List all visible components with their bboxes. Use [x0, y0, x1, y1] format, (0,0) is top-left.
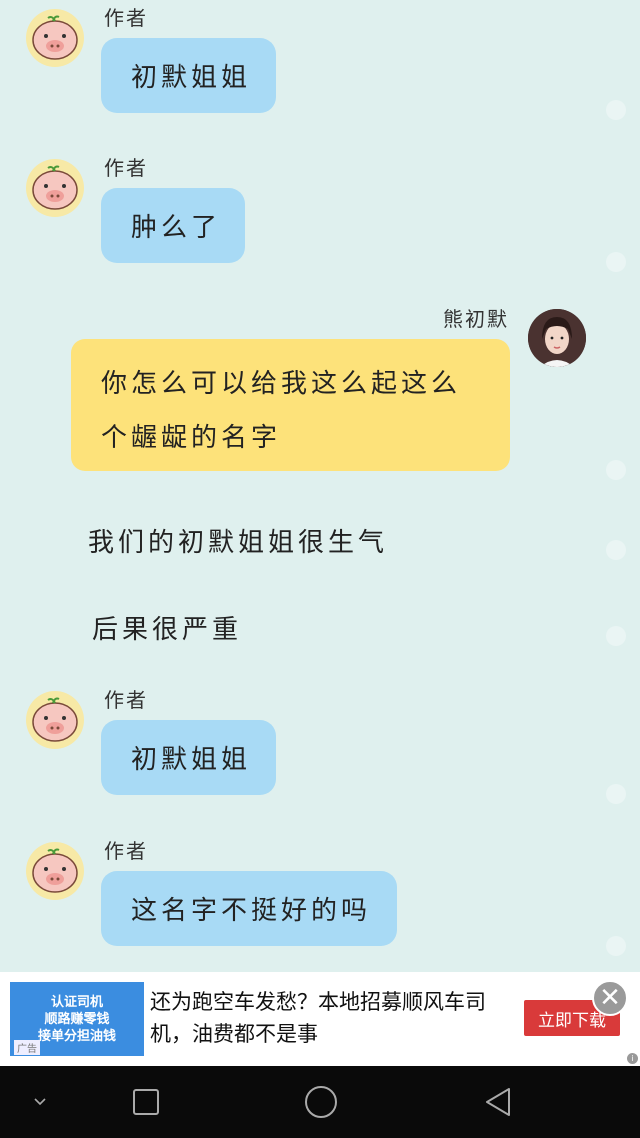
- message-bubble[interactable]: 初默姐姐: [101, 38, 276, 113]
- nav-home-button[interactable]: [281, 1066, 361, 1138]
- chat-area[interactable]: 作者 初默姐姐 作者 肿么了 熊初默 你怎么可以给我这么起这么 个龌龊的名字 我…: [0, 0, 640, 972]
- ad-text[interactable]: 还为跑空车发愁？本地招募顺风车司机，油费都不是事: [150, 986, 510, 1050]
- message-line: 个龌龊的名字: [101, 423, 282, 453]
- circle-icon: [305, 1086, 337, 1118]
- sender-name: 熊初默: [443, 307, 509, 331]
- ad-image-text: 顺路赚零钱: [44, 1011, 110, 1027]
- pig-icon: [32, 165, 78, 210]
- decor-dot: [606, 540, 626, 560]
- author-avatar[interactable]: [26, 9, 84, 67]
- sender-name: 作者: [104, 6, 148, 30]
- narration-text: 后果很严重: [92, 615, 243, 645]
- pig-icon: [32, 848, 78, 893]
- sender-name: 作者: [104, 156, 148, 180]
- nav-recents-button[interactable]: [106, 1066, 186, 1138]
- sender-name: 作者: [104, 839, 148, 863]
- decor-dot: [606, 626, 626, 646]
- sender-name: 作者: [104, 688, 148, 712]
- decor-dot: [606, 460, 626, 480]
- ad-close-icon[interactable]: ✕: [592, 980, 628, 1016]
- system-nav-bar: [0, 1066, 640, 1138]
- pig-icon: [32, 15, 78, 60]
- ad-image-text: 认证司机: [50, 994, 103, 1010]
- square-icon: [133, 1089, 159, 1115]
- back-triangle-icon: [486, 1088, 510, 1116]
- nav-collapse-button[interactable]: [0, 1066, 80, 1138]
- pig-icon: [32, 697, 78, 742]
- decor-dot: [606, 100, 626, 120]
- decor-dot: [606, 784, 626, 804]
- decor-dot: [606, 936, 626, 956]
- ad-image-text: 接单分担油钱: [37, 1028, 116, 1044]
- message-bubble[interactable]: 初默姐姐: [101, 720, 276, 795]
- nav-back-button[interactable]: [458, 1066, 538, 1138]
- girl-portrait-icon: [528, 309, 586, 367]
- message-line: 你怎么可以给我这么起这么: [101, 369, 462, 399]
- ad-info-icon[interactable]: i: [627, 1053, 638, 1064]
- author-avatar[interactable]: [26, 691, 84, 749]
- narration-text: 我们的初默姐姐很生气: [88, 528, 389, 558]
- message-bubble[interactable]: 肿么了: [101, 188, 245, 263]
- ad-badge: 广告: [14, 1040, 40, 1055]
- author-avatar[interactable]: [26, 159, 84, 217]
- message-bubble-self[interactable]: 你怎么可以给我这么起这么 个龌龊的名字: [71, 339, 510, 471]
- message-bubble[interactable]: 这名字不挺好的吗: [101, 871, 397, 946]
- chevron-down-icon: [34, 1098, 46, 1106]
- decor-dot: [606, 252, 626, 272]
- author-avatar[interactable]: [26, 842, 84, 900]
- character-avatar[interactable]: [528, 309, 586, 367]
